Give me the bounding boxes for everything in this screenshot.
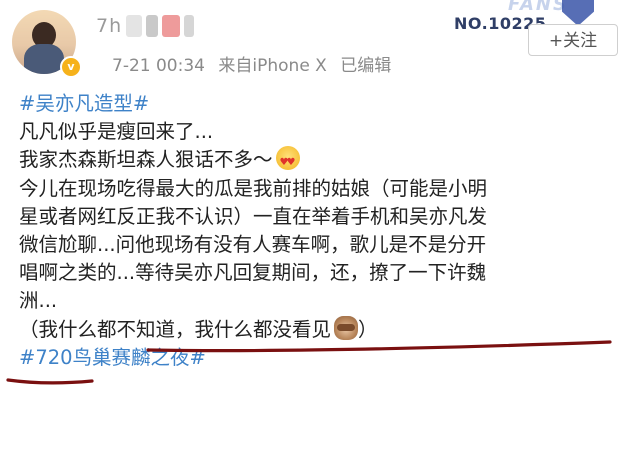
post-text: （我什么都不知道，我什么都没看见	[19, 317, 332, 341]
avatar-body-shape	[24, 44, 64, 74]
post-line: 微信尬聊...问他现场有没有人赛车啊，歌儿是不是分开	[19, 231, 629, 259]
verified-icon: v	[60, 56, 82, 78]
post-line: #720鸟巢赛麟之夜#	[19, 344, 629, 372]
post-line: 洲...	[19, 287, 629, 315]
hashtag-link[interactable]: #720鸟巢赛麟之夜#	[19, 346, 206, 369]
post-text: 我家杰森斯坦森人狠话不多～	[19, 148, 273, 172]
redacted-block	[184, 15, 195, 37]
post-text: 微信尬聊...问他现场有没有人赛车啊，歌儿是不是分开	[19, 232, 487, 256]
see-no-evil-monkey-emoji-icon	[334, 315, 359, 340]
redacted-block	[162, 15, 181, 37]
follow-button[interactable]: +关注	[528, 24, 618, 56]
post-meta: 7-21 00:34 来自iPhone X 已编辑	[112, 51, 399, 76]
post-line: #吴亦凡造型#	[19, 90, 629, 118]
redacted-block	[126, 15, 143, 37]
fans-badge-icon	[562, 0, 594, 26]
hashtag-link[interactable]: #吴亦凡造型#	[19, 92, 149, 115]
username-text[interactable]: 7h	[96, 15, 122, 37]
redacted-block	[146, 15, 159, 37]
post-line: 星或者网红反正我不认识）一直在举着手机和吴亦凡发	[19, 203, 629, 231]
post-line: 今儿在现场吃得最大的瓜是我前排的姑娘（可能是小明	[19, 175, 629, 203]
post-time[interactable]: 7-21 00:34	[112, 56, 205, 76]
post-text: 唱啊之类的...等待吴亦凡回复期间，还，撩了一下许魏	[19, 261, 487, 285]
post-text: 今儿在现场吃得最大的瓜是我前排的姑娘（可能是小明	[19, 176, 488, 200]
heart-eyes-emoji-icon	[275, 146, 300, 178]
post-line: 唱啊之类的...等待吴亦凡回复期间，还，撩了一下许魏	[19, 259, 629, 287]
post-text: 星或者网红反正我不认识）一直在举着手机和吴亦凡发	[19, 204, 488, 228]
post-edited: 已编辑	[340, 56, 392, 76]
username[interactable]: 7h	[96, 12, 195, 40]
underline-stroke-2	[6, 378, 94, 385]
post-line: 我家杰森斯坦森人狠话不多～	[19, 146, 629, 178]
post-text: 洲...	[19, 289, 58, 313]
post-content: #吴亦凡造型# 凡凡似乎是瘦回来了... 我家杰森斯坦森人狠话不多～ 今儿在现场…	[19, 90, 629, 372]
closing-paren: ）	[358, 317, 378, 341]
post-line: 凡凡似乎是瘦回来了...	[19, 118, 629, 146]
weibo-post: v 7h 7-21 00:34 来自iPhone X 已编辑 FANS NO.1…	[0, 0, 640, 459]
post-text: 凡凡似乎是瘦回来了...	[19, 120, 214, 144]
post-line: （我什么都不知道，我什么都没看见 ）	[19, 315, 629, 344]
fans-word: FANS	[508, 0, 568, 15]
post-source: 来自iPhone X	[218, 56, 327, 76]
